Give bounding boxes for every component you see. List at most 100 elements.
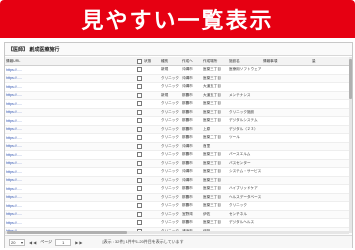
row-checkbox-cell[interactable] bbox=[134, 126, 143, 132]
table-row[interactable]: https://..... クリニック 沖縄市 医薬三丁目 システム・サービス bbox=[5, 168, 352, 177]
row-checkbox-cell[interactable] bbox=[134, 75, 143, 81]
table-row[interactable]: https://..... クリニック 沖縄市 大道五丁目 bbox=[5, 83, 352, 92]
column-header-author[interactable]: 作成ヘ bbox=[181, 59, 202, 64]
row-checkbox[interactable] bbox=[136, 169, 142, 175]
row-url-link[interactable]: https://..... bbox=[5, 187, 134, 191]
row-url-link[interactable]: https://..... bbox=[5, 85, 134, 89]
table-row[interactable]: https://..... クリニック那覇市 医薬三丁目 bbox=[5, 100, 352, 109]
table-row[interactable]: https://..... クリニック 宜野湾 伊佐 センチネル bbox=[5, 210, 352, 219]
row-checkbox-cell[interactable] bbox=[134, 109, 143, 115]
row-checkbox-cell[interactable] bbox=[134, 203, 143, 209]
table-row[interactable]: https://..... 新規 那覇市 大道五丁目 メンテナンス bbox=[5, 91, 352, 100]
per-page-select[interactable]: 20 ▾ bbox=[9, 238, 25, 246]
row-checkbox-cell[interactable] bbox=[134, 211, 143, 217]
table-row[interactable]: https://..... 新規 沖縄市 医薬三丁目 医療用ソフトウェア bbox=[5, 66, 352, 75]
row-facility: デジタルシステム bbox=[229, 118, 258, 123]
row-url-link[interactable]: https://..... bbox=[5, 136, 134, 140]
row-checkbox-cell[interactable] bbox=[134, 67, 143, 73]
row-checkbox[interactable] bbox=[136, 126, 142, 132]
row-checkbox[interactable] bbox=[136, 118, 142, 124]
table-row[interactable]: https://..... クリニック 那覇市 医薬三丁目 デジタルヘルス bbox=[5, 219, 352, 228]
row-checkbox[interactable] bbox=[136, 109, 142, 115]
row-url-link[interactable]: https://..... bbox=[5, 110, 134, 114]
row-checkbox-cell[interactable] bbox=[134, 177, 143, 183]
row-type: クリニック bbox=[161, 109, 179, 114]
row-checkbox-cell[interactable] bbox=[134, 169, 143, 175]
column-header-place[interactable]: 作成場所 bbox=[202, 59, 228, 64]
table-row[interactable]: https://..... クリニック 沖縄市 医薬三丁目 bbox=[5, 74, 352, 83]
table-row[interactable]: https://..... クリニック 那覇市 医薬三丁目 ヘルスデータベース bbox=[5, 193, 352, 202]
table-row[interactable]: https://..... クリニック 那覇市 医薬三丁目 デジタルシステム bbox=[5, 117, 352, 126]
row-checkbox[interactable] bbox=[136, 220, 142, 226]
row-url-link[interactable]: https://..... bbox=[5, 178, 134, 182]
table-row[interactable]: https://..... クリニック 那覇市 医薬三丁目 バースエルム bbox=[5, 151, 352, 160]
row-checkbox[interactable] bbox=[136, 75, 142, 81]
select-all-checkbox[interactable] bbox=[136, 58, 142, 64]
horizontal-scrollbar[interactable] bbox=[5, 231, 349, 234]
row-url-link[interactable]: https://..... bbox=[5, 195, 134, 199]
column-header-info[interactable]: 情報事項 bbox=[262, 59, 311, 64]
row-facility: 医療用ソフトウェア bbox=[229, 67, 262, 72]
row-url-link[interactable]: https://..... bbox=[5, 68, 134, 72]
row-checkbox[interactable] bbox=[136, 92, 142, 98]
row-checkbox-cell[interactable] bbox=[134, 152, 143, 158]
row-checkbox[interactable] bbox=[136, 194, 142, 200]
row-checkbox[interactable] bbox=[136, 186, 142, 192]
row-checkbox[interactable] bbox=[136, 143, 142, 149]
column-header-url[interactable]: 情報URL bbox=[5, 59, 134, 64]
table-row[interactable]: https://..... クリニック 沖縄市 首里 bbox=[5, 142, 352, 151]
row-url-link[interactable]: https://..... bbox=[5, 221, 134, 225]
row-checkbox-cell[interactable] bbox=[134, 186, 143, 192]
chevron-down-icon: ▾ bbox=[20, 239, 23, 245]
row-url-link[interactable]: https://..... bbox=[5, 212, 134, 216]
table-row[interactable]: https://..... クリニック 那覇市 上原 デジタル（２３） bbox=[5, 125, 352, 134]
row-checkbox-cell[interactable] bbox=[134, 84, 143, 90]
table-row[interactable]: https://..... クリニック 那覇市 医薬三丁目 ハイブリッドケア bbox=[5, 185, 352, 194]
horizontal-scroll-thumb[interactable] bbox=[7, 231, 127, 234]
row-author: 那覇市 bbox=[182, 160, 193, 165]
table-row[interactable]: https://..... クリニック 那覇市 医薬三丁目 クリニック施設 bbox=[5, 108, 352, 117]
prev-page-button[interactable]: ◀ ◀ bbox=[29, 240, 36, 245]
row-checkbox[interactable] bbox=[136, 160, 142, 166]
table-row[interactable]: https://..... クリニック 那覇市 医薬三丁目 バスセンター bbox=[5, 159, 352, 168]
column-header-status[interactable]: 状態 bbox=[143, 59, 160, 64]
vertical-scrollbar[interactable] bbox=[349, 57, 352, 233]
row-checkbox-cell[interactable] bbox=[134, 118, 143, 124]
row-checkbox[interactable] bbox=[136, 152, 142, 158]
row-url-link[interactable]: https://..... bbox=[5, 76, 134, 80]
row-url-link[interactable]: https://..... bbox=[5, 102, 134, 106]
row-checkbox[interactable] bbox=[136, 211, 142, 217]
row-checkbox-cell[interactable] bbox=[134, 160, 143, 166]
page-number-input[interactable]: 1 bbox=[55, 238, 72, 246]
column-header-more[interactable]: 量 bbox=[311, 59, 352, 64]
row-checkbox-cell[interactable] bbox=[134, 135, 143, 141]
row-checkbox-cell[interactable] bbox=[134, 143, 143, 149]
row-checkbox[interactable] bbox=[136, 101, 142, 107]
row-checkbox-cell[interactable] bbox=[134, 101, 143, 107]
row-url-link[interactable]: https://..... bbox=[5, 127, 134, 131]
row-url-link[interactable]: https://..... bbox=[5, 144, 134, 148]
row-checkbox[interactable] bbox=[136, 67, 142, 73]
row-checkbox-cell[interactable] bbox=[134, 194, 143, 200]
column-header-facility[interactable]: 施設名 bbox=[228, 59, 262, 64]
column-header-check[interactable] bbox=[134, 58, 143, 64]
next-page-button[interactable]: ▶ ▶ bbox=[75, 240, 82, 245]
row-checkbox[interactable] bbox=[136, 203, 142, 209]
row-url-link[interactable]: https://..... bbox=[5, 161, 134, 165]
row-checkbox-cell[interactable] bbox=[134, 92, 143, 98]
table-row[interactable]: https://..... クリニック 那覇市 医薬三丁目 クリニック bbox=[5, 202, 352, 211]
row-url-link[interactable]: https://..... bbox=[5, 93, 134, 97]
row-url-link[interactable]: https://..... bbox=[5, 204, 134, 208]
row-checkbox-cell[interactable] bbox=[134, 220, 143, 226]
row-checkbox[interactable] bbox=[136, 84, 142, 90]
row-checkbox[interactable] bbox=[136, 177, 142, 183]
row-type: クリニック bbox=[161, 152, 179, 157]
row-url-link[interactable]: https://..... bbox=[5, 119, 134, 123]
table-row[interactable]: https://..... クリニック 那覇市 医薬二丁目 ツール bbox=[5, 134, 352, 143]
row-url-link[interactable]: https://..... bbox=[5, 170, 134, 174]
row-url-link[interactable]: https://..... bbox=[5, 153, 134, 157]
table-row[interactable]: https://..... クリニック 沖縄市 医薬三丁目 bbox=[5, 176, 352, 185]
column-header-type[interactable]: 種別 bbox=[160, 59, 181, 64]
row-checkbox[interactable] bbox=[136, 135, 142, 141]
vertical-scroll-thumb[interactable] bbox=[349, 59, 352, 99]
